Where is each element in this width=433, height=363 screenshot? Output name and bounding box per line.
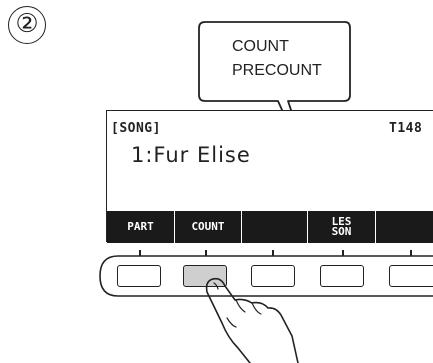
pressing-hand-icon	[205, 277, 299, 363]
